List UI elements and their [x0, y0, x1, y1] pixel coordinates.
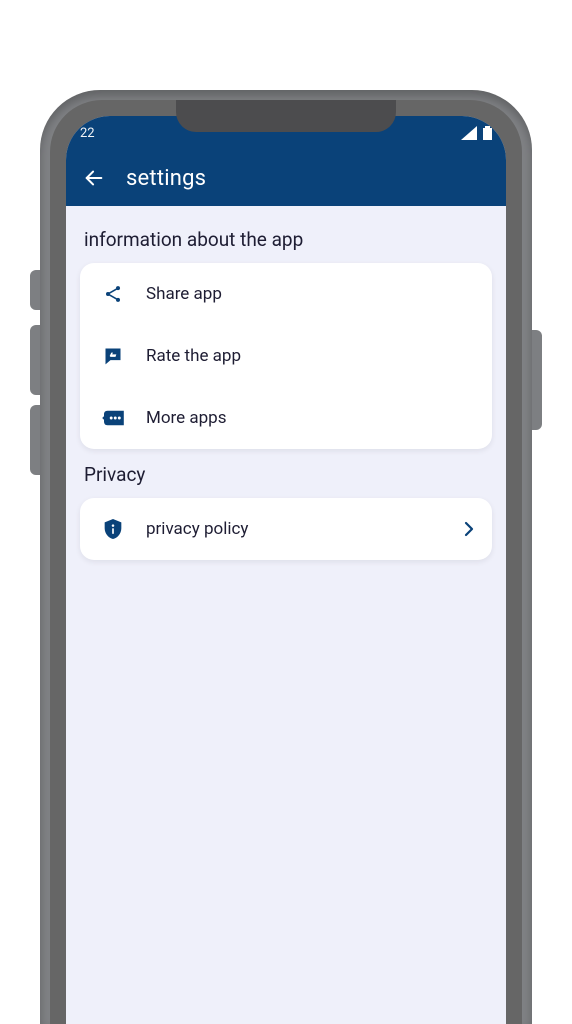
phone-notch — [176, 100, 396, 132]
rate-app-label: Rate the app — [146, 346, 474, 366]
back-button[interactable] — [74, 158, 114, 198]
more-apps-row[interactable]: More apps — [80, 387, 492, 449]
rate-icon — [98, 346, 128, 366]
battery-icon — [483, 126, 492, 140]
phone-frame-inner: 22 — [50, 100, 522, 1024]
phone-screen: 22 — [66, 116, 506, 1024]
privacy-card: privacy policy — [80, 498, 492, 560]
more-apps-label: More apps — [146, 408, 474, 428]
shield-info-icon — [98, 518, 128, 540]
privacy-policy-row[interactable]: privacy policy — [80, 498, 492, 560]
more-apps-icon — [98, 409, 128, 427]
chevron-right-icon — [464, 521, 474, 537]
share-app-row[interactable]: Share app — [80, 263, 492, 325]
app-bar-title: settings — [126, 166, 206, 191]
arrow-back-icon — [83, 167, 105, 189]
settings-content: information about the app — [66, 206, 506, 560]
section-title-info: information about the app — [84, 228, 488, 251]
info-card: Share app Rate the app — [80, 263, 492, 449]
privacy-policy-label: privacy policy — [146, 519, 464, 539]
signal-icon — [461, 126, 477, 140]
rate-app-row[interactable]: Rate the app — [80, 325, 492, 387]
app-bar: settings — [66, 150, 506, 206]
share-icon — [98, 284, 128, 304]
status-time: 22 — [80, 126, 95, 141]
share-app-label: Share app — [146, 284, 474, 304]
phone-frame: 22 — [40, 90, 532, 1024]
section-title-privacy: Privacy — [84, 463, 488, 486]
